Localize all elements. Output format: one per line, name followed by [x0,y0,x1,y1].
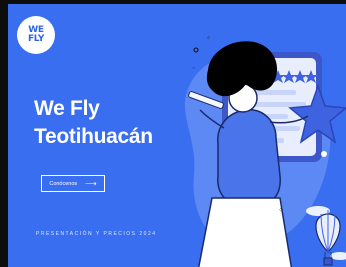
hero-title: We Fly Teotihuacán [34,95,153,151]
svg-text:⁘: ⁘ [278,207,283,214]
woman-reviewing-illustration: ⁘ ◦ ⁘ [184,35,346,267]
logo-text: WE FLY [27,25,45,44]
svg-text:◦: ◦ [192,65,196,72]
arrow-right-icon: ⟶ [85,178,97,188]
hero-title-line2: Teotihuacán [34,125,153,148]
presentation-frame: WE FLY We Fly Teotihuacán Conócenos ⟶ PR… [0,0,346,267]
presentation-subtitle: PRESENTACIÓN Y PRECIOS 2024 [36,231,157,237]
conocenos-button[interactable]: Conócenos ⟶ [41,175,105,192]
hero-title-line1: We Fly [34,97,100,120]
svg-text:⁘: ⁘ [206,35,211,42]
we-fly-logo: WE FLY [17,16,55,54]
title-slide: WE FLY We Fly Teotihuacán Conócenos ⟶ PR… [8,4,346,267]
conocenos-button-label: Conócenos [49,180,78,187]
